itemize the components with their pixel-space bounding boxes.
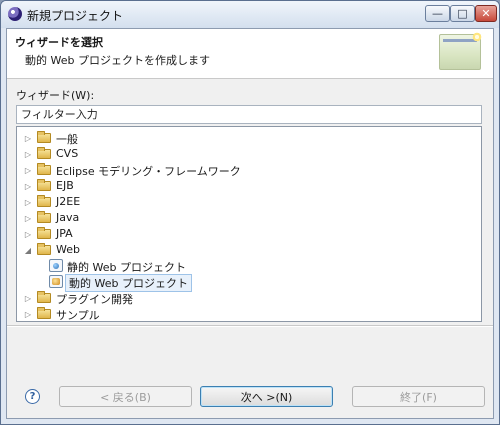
tree-item-label: プラグイン開発 [56,293,133,306]
expand-arrow-icon[interactable]: ▷ [23,181,33,191]
collapse-arrow-icon[interactable]: ◢ [23,245,33,255]
expand-arrow-icon[interactable]: ▷ [23,149,33,159]
dynamic-web-project-icon [49,275,63,288]
tree-item-label: J2EE [56,195,81,208]
new-project-dialog: 新規プロジェクト — □ ✕ ウィザードを選択 動的 Web プロジェクトを作成… [0,0,500,425]
folder-icon [37,291,51,303]
tree-item-dynamic-web-project[interactable]: 動的 Web プロジェクト [17,274,481,292]
tree-item-label: JPA [56,227,73,240]
next-button[interactable]: 次へ >(N) [200,386,333,407]
close-button[interactable]: ✕ [475,5,497,22]
tree-item-label: Eclipse モデリング・フレームワーク [56,165,241,178]
tree-item-j2ee[interactable]: ▷ J2EE [17,194,481,210]
folder-icon [37,307,51,319]
tree-item-jpa[interactable]: ▷ JPA [17,226,481,242]
help-icon[interactable]: ? [25,389,40,404]
tree-item-label: 静的 Web プロジェクト [67,261,186,274]
expand-arrow-icon[interactable]: ▷ [23,213,33,223]
tree-item-label: Web [56,243,80,256]
folder-icon [37,147,51,159]
tree-item-label: サンプル [56,309,100,322]
tree-item-general[interactable]: ▷ 一般 [17,130,481,146]
tree-item-label: EJB [56,179,74,192]
tree-item-web[interactable]: ◢ Web [17,242,481,258]
window-title: 新規プロジェクト [27,9,124,23]
static-web-project-icon [49,259,63,272]
eclipse-icon [8,7,22,21]
tree-item-label: CVS [56,147,79,160]
wizards-label: ウィザード(W): [16,89,95,102]
tree-item-cvs[interactable]: ▷ CVS [17,146,481,162]
wizard-filter-input[interactable] [16,105,482,124]
tree-item-ejb[interactable]: ▷ EJB [17,178,481,194]
tree-item-label: 一般 [56,133,78,146]
folder-icon [37,179,51,191]
finish-button[interactable]: 終了(F) [352,386,485,407]
button-bar-separator [7,325,493,327]
expand-arrow-icon[interactable]: ▷ [23,293,33,303]
banner-subtitle: 動的 Web プロジェクトを作成します [25,54,210,67]
minimize-button[interactable]: — [425,5,450,22]
expand-arrow-icon[interactable]: ▷ [23,133,33,143]
maximize-button[interactable]: □ [450,5,475,22]
folder-icon [37,131,51,143]
tree-item-samples[interactable]: ▷ サンプル [17,306,481,322]
tree-item-java[interactable]: ▷ Java [17,210,481,226]
banner-title: ウィザードを選択 [15,36,103,49]
title-bar[interactable]: 新規プロジェクト — □ ✕ [1,1,499,28]
folder-icon [37,163,51,175]
tree-item-static-web-project[interactable]: 静的 Web プロジェクト [17,258,481,274]
tree-item-plugin-development[interactable]: ▷ プラグイン開発 [17,290,481,306]
folder-icon [37,211,51,223]
expand-arrow-icon[interactable]: ▷ [23,309,33,319]
expand-arrow-icon[interactable]: ▷ [23,229,33,239]
dialog-body: ウィザードを選択 動的 Web プロジェクトを作成します ウィザード(W): ▷… [6,28,494,419]
folder-icon [37,243,51,255]
expand-arrow-icon[interactable]: ▷ [23,197,33,207]
back-button[interactable]: < 戻る(B) [59,386,192,407]
wizard-banner-icon [439,32,482,70]
folder-icon [37,195,51,207]
tree-item-label: Java [56,211,80,224]
tree-item-emf[interactable]: ▷ Eclipse モデリング・フレームワーク [17,162,481,178]
wizard-banner: ウィザードを選択 動的 Web プロジェクトを作成します [7,29,493,79]
folder-icon [37,227,51,239]
expand-arrow-icon[interactable]: ▷ [23,165,33,175]
wizard-tree[interactable]: ▷ 一般 ▷ CVS ▷ Eclipse モデリング・フレームワーク ▷ EJB… [16,126,482,322]
